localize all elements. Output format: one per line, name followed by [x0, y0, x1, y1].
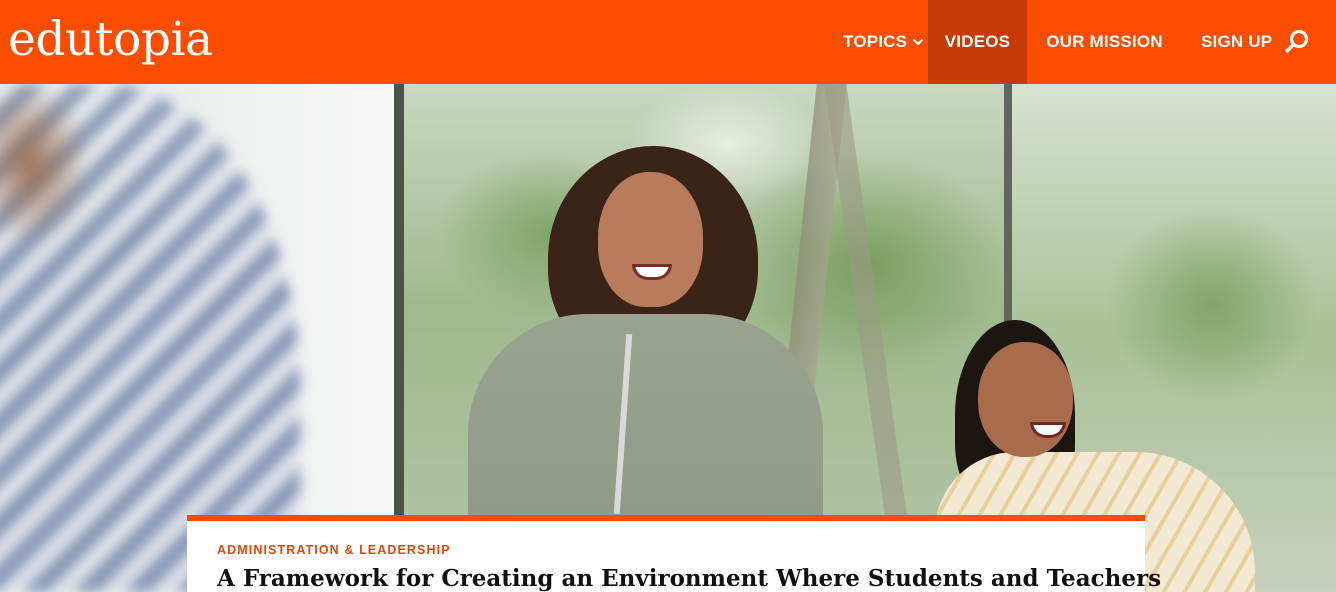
nav-topics[interactable]: TOPICS [829, 0, 928, 84]
article-category-link[interactable]: ADMINISTRATION & LEADERSHIP [217, 543, 451, 557]
main-nav: TOPICS VIDEOS OUR MISSION SIGN UP [829, 0, 1336, 84]
nav-sign-up[interactable]: SIGN UP [1182, 0, 1272, 84]
nav-videos[interactable]: VIDEOS [928, 0, 1027, 84]
chevron-down-icon [913, 38, 924, 46]
nav-mission-label: OUR MISSION [1046, 32, 1163, 51]
article-title: A Framework for Creating an Environment … [217, 565, 1162, 592]
nav-our-mission[interactable]: OUR MISSION [1027, 0, 1182, 84]
nav-topics-label: TOPICS [843, 32, 908, 51]
nav-videos-label: VIDEOS [944, 32, 1011, 51]
article-card: ADMINISTRATION & LEADERSHIP A Framework … [187, 515, 1162, 592]
hero-woman-seated-face [978, 342, 1073, 457]
search-icon [1285, 29, 1309, 53]
nav-signup-label: SIGN UP [1201, 32, 1273, 51]
search-button[interactable] [1268, 0, 1336, 84]
edutopia-logo[interactable]: edutopia [8, 10, 213, 70]
site-header: edutopia TOPICS VIDEOS OUR MISSION SIGN … [0, 0, 1336, 84]
hero-woman-standing-face [598, 172, 703, 307]
